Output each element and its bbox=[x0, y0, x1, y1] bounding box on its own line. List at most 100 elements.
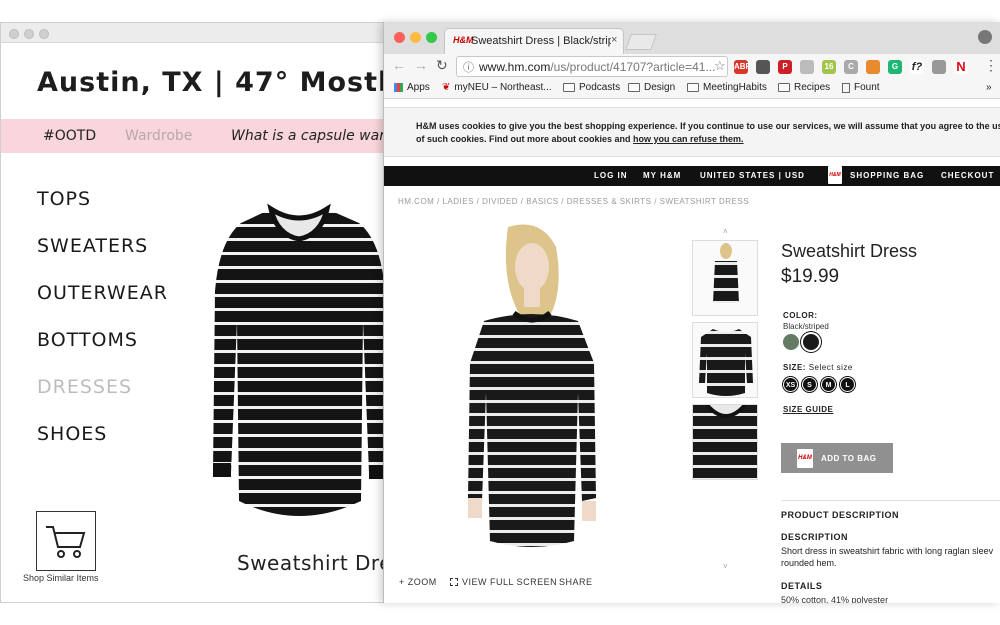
thumbnail-model-image bbox=[713, 243, 739, 303]
my-hm-link[interactable]: MY H&M bbox=[643, 171, 681, 180]
clock-icon[interactable] bbox=[932, 60, 946, 74]
paw-icon: ❦ bbox=[442, 82, 451, 93]
login-link[interactable]: LOG IN bbox=[594, 171, 628, 180]
bookmark-myneu[interactable]: ❦ myNEU – Northeast... bbox=[442, 82, 552, 93]
bookmark-meetinghabits[interactable]: MeetingHabits bbox=[687, 82, 767, 93]
breadcrumb[interactable]: HM.COM / LADIES / DIVIDED / BASICS / DRE… bbox=[398, 197, 749, 206]
shop-similar-label: Shop Similar Items bbox=[23, 573, 99, 583]
bookmark-fount[interactable]: Fount bbox=[842, 82, 880, 93]
close-dot[interactable] bbox=[9, 29, 19, 39]
shopping-bag-icon[interactable]: H&M bbox=[828, 166, 842, 184]
swatch-green[interactable] bbox=[783, 334, 799, 350]
fullscreen-button[interactable]: VIEW FULL SCREEN bbox=[450, 577, 557, 587]
product-price: $19.99 bbox=[781, 266, 840, 287]
size-guide-link[interactable]: SIZE GUIDE bbox=[783, 405, 833, 414]
thumbs-up-arrow-icon[interactable]: ˄ bbox=[723, 227, 728, 236]
shopping-bag-link[interactable]: SHOPPING BAG bbox=[850, 171, 924, 180]
profile-icon[interactable] bbox=[978, 30, 992, 44]
category-shoes[interactable]: SHOES bbox=[37, 423, 168, 470]
fx-icon[interactable]: f? bbox=[910, 60, 924, 74]
thumbnail-model[interactable] bbox=[692, 240, 758, 316]
capsule-wardrobe-window: Austin, TX | 47° Mostly C #OOTD Wardrobe… bbox=[0, 22, 400, 603]
size-m[interactable]: M bbox=[821, 377, 836, 392]
swatch-black-striped[interactable] bbox=[803, 334, 819, 350]
shop-similar-button[interactable] bbox=[36, 511, 96, 571]
thumbs-down-arrow-icon[interactable]: ˅ bbox=[723, 562, 728, 571]
fullscreen-label: VIEW FULL SCREEN bbox=[462, 577, 558, 587]
bookmark-star-icon[interactable]: ☆ bbox=[714, 58, 726, 74]
zoom-button[interactable]: + ZOOM bbox=[399, 577, 437, 587]
address-bar[interactable]: ⓘ www.hm.com/us/product/41707?article=41… bbox=[456, 56, 728, 77]
size-label-text: SIZE: bbox=[783, 363, 806, 372]
grammarly-icon[interactable]: G bbox=[888, 60, 902, 74]
thumbnail-detail[interactable] bbox=[692, 404, 758, 480]
bookmark-apps[interactable]: Apps bbox=[394, 82, 430, 93]
cookie-text: H&M uses cookies to give you the best sh… bbox=[416, 120, 1000, 146]
bookmark-label: myNEU – Northeast... bbox=[454, 82, 552, 93]
reload-icon[interactable]: ↻ bbox=[436, 57, 448, 74]
url-text: www.hm.com/us/product/41707?article=41..… bbox=[479, 60, 715, 74]
minimize-dot[interactable] bbox=[24, 29, 34, 39]
zoom-dot[interactable] bbox=[39, 29, 49, 39]
category-sweaters[interactable]: SWEATERS bbox=[37, 235, 168, 282]
bookmark-label: Apps bbox=[407, 82, 430, 93]
browser-tab-hm[interactable]: H&M Sweatshirt Dress | Black/stripe × bbox=[444, 28, 624, 54]
share-button[interactable]: SHARE bbox=[559, 577, 593, 587]
bag-logo: H&M bbox=[829, 172, 841, 178]
size-s[interactable]: S bbox=[802, 377, 817, 392]
size-label: SIZE: Select size bbox=[783, 363, 853, 372]
folder-icon bbox=[687, 83, 699, 92]
model-wearing-dress-image[interactable] bbox=[398, 223, 688, 563]
category-dresses[interactable]: DRESSES bbox=[37, 376, 168, 423]
bookmark-label: Recipes bbox=[794, 82, 831, 93]
pocket-icon[interactable] bbox=[756, 60, 770, 74]
close-button[interactable] bbox=[394, 32, 405, 43]
country-currency-link[interactable]: UNITED STATES | USD bbox=[700, 171, 805, 180]
bookmarks-overflow[interactable]: » bbox=[986, 82, 992, 93]
size-xs[interactable]: XS bbox=[783, 377, 798, 392]
cookie-refuse-link[interactable]: how you can refuse them. bbox=[633, 134, 744, 144]
tab-capsule-wardrobe[interactable]: What is a capsule wardr bbox=[231, 128, 399, 144]
forward-arrow-icon[interactable]: → bbox=[414, 57, 428, 73]
calendar-icon[interactable]: 16 bbox=[822, 60, 836, 74]
divider bbox=[781, 500, 1000, 501]
tab-close-icon[interactable]: × bbox=[611, 34, 617, 46]
cloud-icon[interactable] bbox=[800, 60, 814, 74]
bookmark-podcasts[interactable]: Podcasts bbox=[563, 82, 620, 93]
rainbow-icon[interactable] bbox=[866, 60, 880, 74]
c-icon[interactable]: C bbox=[844, 60, 858, 74]
description-heading: DESCRIPTION bbox=[781, 532, 849, 542]
new-tab-button[interactable] bbox=[625, 34, 657, 50]
tab-wardrobe[interactable]: Wardrobe bbox=[125, 128, 192, 144]
info-icon[interactable]: ⓘ bbox=[463, 59, 474, 75]
thumbnail-front[interactable] bbox=[692, 322, 758, 398]
chrome-menu-icon[interactable]: ⋮ bbox=[984, 57, 998, 74]
pinterest-icon[interactable]: P bbox=[778, 60, 792, 74]
url-path: /us/product/41707?article=41... bbox=[550, 60, 716, 74]
url-domain: www.hm.com bbox=[479, 60, 551, 74]
bookmark-recipes[interactable]: Recipes bbox=[778, 82, 830, 93]
back-arrow-icon[interactable]: ← bbox=[392, 57, 406, 73]
folder-icon bbox=[778, 83, 790, 92]
bookmark-design[interactable]: Design bbox=[628, 82, 675, 93]
size-l[interactable]: L bbox=[840, 377, 855, 392]
category-list: TOPS SWEATERS OUTERWEAR BOTTOMS DRESSES … bbox=[37, 188, 168, 470]
netflix-icon[interactable]: N bbox=[954, 60, 968, 74]
tab-title: Sweatshirt Dress | Black/stripe bbox=[471, 35, 611, 47]
add-to-bag-button[interactable]: H&M ADD TO BAG bbox=[781, 443, 893, 473]
tab-strip: H&M Sweatshirt Dress | Black/stripe × bbox=[384, 22, 1000, 54]
tab-ootd[interactable]: #OOTD bbox=[43, 128, 96, 144]
details-heading: DETAILS bbox=[781, 581, 823, 591]
abp-icon[interactable]: ABP bbox=[734, 60, 751, 74]
maximize-button[interactable] bbox=[426, 32, 437, 43]
product-name: Sweatshirt Dres bbox=[237, 551, 400, 575]
bookmark-label: Fount bbox=[854, 82, 880, 93]
color-label: COLOR: bbox=[783, 311, 818, 320]
category-tops[interactable]: TOPS bbox=[37, 188, 168, 235]
category-bottoms[interactable]: BOTTOMS bbox=[37, 329, 168, 376]
folder-icon bbox=[563, 83, 575, 92]
checkout-link[interactable]: CHECKOUT bbox=[941, 171, 994, 180]
category-outerwear[interactable]: OUTERWEAR bbox=[37, 282, 168, 329]
bag-icon: H&M bbox=[797, 448, 813, 468]
minimize-button[interactable] bbox=[410, 32, 421, 43]
